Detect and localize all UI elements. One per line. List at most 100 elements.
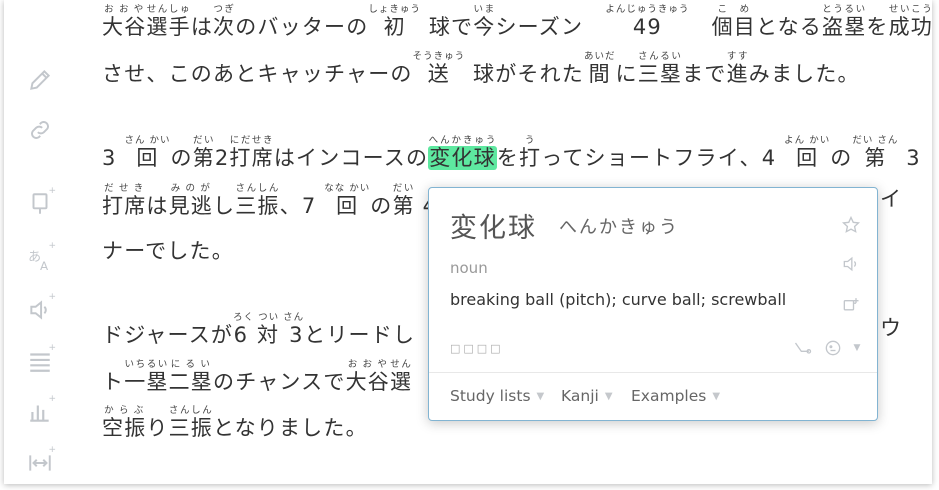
text-segment[interactable]: 回さん かい — [124, 135, 170, 170]
text-segment[interactable]: 見逃みのが — [169, 183, 213, 218]
furigana: からぶ — [102, 405, 147, 416]
text-segment[interactable]: 盗塁とうるい — [822, 4, 866, 39]
highlighted-word[interactable]: 変化球へんかきゅう — [428, 135, 497, 170]
paragraph-3-line-2[interactable]: ト 一塁いちるい二塁にるいのチャンスで 大谷おおや選せん — [102, 359, 412, 396]
text-segment[interactable] — [465, 62, 473, 86]
text-segment[interactable]: シーズン — [495, 15, 605, 39]
paragraph-2-line-2-tail[interactable]: イ — [880, 183, 902, 213]
text-segment[interactable]: のチャンスで — [213, 370, 346, 394]
paragraph-2-line-3[interactable]: ナーでした。 — [102, 228, 234, 265]
text-segment[interactable]: 選手せんしゅ — [146, 4, 190, 39]
tab-study-lists[interactable]: Study lists ▼ — [450, 387, 544, 405]
text-segment[interactable]: 三塁さんるい — [638, 51, 682, 86]
text-segment[interactable]: 初しょきゅう — [368, 4, 421, 39]
pencil-icon[interactable] — [24, 64, 56, 96]
text-segment[interactable]: の — [830, 146, 852, 170]
text-segment[interactable]: 成功せいこう — [889, 4, 932, 39]
text-segment[interactable]: の — [170, 146, 192, 170]
furigana: ろく つい さん — [233, 312, 305, 323]
paragraph-2-line-2[interactable]: 打席だせきは 見逃みのがし 三振さんしん、7 回なな かいの 第だい 4 — [102, 183, 437, 220]
text-segment[interactable]: に — [616, 62, 638, 86]
text-segment[interactable]: みました。 — [749, 62, 860, 86]
text-segment[interactable]: 回よん かい — [784, 135, 830, 170]
text-segment[interactable]: の — [370, 194, 392, 218]
text-segment[interactable]: ってショートフライ、4 — [541, 146, 784, 170]
speaker-icon[interactable]: + — [24, 292, 56, 326]
text-segment[interactable]: 空振からぶ — [102, 405, 146, 440]
text-segment[interactable]: 三振さんしん — [169, 405, 213, 440]
text-segment[interactable]: は — [191, 15, 213, 39]
text-segment[interactable]: 間あいだ — [584, 51, 616, 86]
text-segment[interactable]: まで — [682, 62, 726, 86]
text-segment[interactable]: 今いま — [473, 4, 495, 39]
text-segment[interactable]: 球 — [473, 62, 495, 86]
text-segment[interactable]: 3 — [898, 146, 920, 170]
furigana: いちるい — [124, 359, 169, 370]
definition: breaking ball (pitch); curve ball; screw… — [450, 290, 787, 309]
text-segment[interactable]: 目め — [734, 4, 756, 39]
text-segment[interactable]: 次つぎ — [213, 4, 235, 39]
text-segment[interactable]: は — [146, 194, 168, 218]
text-segment[interactable]: 第だい さん — [852, 135, 898, 170]
text-segment[interactable]: はインコースの — [274, 146, 428, 170]
text-segment[interactable]: 進すす — [727, 51, 749, 86]
paragraph-3-line-1[interactable]: ドジャースが 6 対 3ろく つい さんとリードし — [102, 312, 415, 349]
text-segment[interactable]: 、7 — [280, 194, 325, 218]
tab-kanji[interactable]: Kanji ▼ — [561, 387, 613, 405]
text-segment[interactable]: 2 — [215, 146, 230, 170]
text-segment[interactable]: り — [146, 416, 168, 440]
text-segment[interactable]: 打席にだせき — [229, 135, 273, 170]
text-segment[interactable]: 球 — [429, 15, 451, 39]
text-segment[interactable]: 個こ — [712, 4, 734, 39]
audio-icon[interactable] — [839, 252, 863, 276]
text-segment[interactable]: 49よんじゅうきゅう — [605, 4, 689, 39]
link-icon[interactable] — [24, 114, 56, 146]
paragraph-3-line-1-tail[interactable]: ウ — [880, 312, 902, 342]
text-segment[interactable]: 3 — [102, 146, 124, 170]
text-lines-icon[interactable]: + — [24, 343, 56, 377]
tab-examples[interactable]: Examples ▼ — [631, 387, 720, 405]
chevron-down-icon[interactable]: ▼ — [849, 340, 865, 356]
face-icon[interactable] — [821, 338, 845, 358]
text-segment[interactable]: 大谷おおや — [102, 4, 146, 39]
text-segment[interactable]: となる — [756, 15, 822, 39]
paragraph-2-line-1[interactable]: 3 回さん かいの 第だい2 打席にだせきはインコースの 変化球へんかきゅうを … — [102, 135, 921, 172]
text-segment[interactable]: を — [866, 15, 888, 39]
text-segment[interactable]: 二塁にるい — [169, 359, 213, 394]
text-segment[interactable]: 打席だせき — [102, 183, 146, 218]
paragraph-1-line-2[interactable]: させ、このあとキャッチャーの 送そうきゅう 球 がそれた 間あいだに 三塁さんる… — [102, 51, 860, 88]
text-segment[interactable]: 回なな かい — [324, 183, 370, 218]
text-segment[interactable]: 第だい — [193, 135, 215, 170]
text-segment[interactable]: ト — [102, 370, 124, 394]
furigana — [274, 135, 428, 146]
text-segment[interactable]: 6 対 3ろく つい さん — [233, 312, 304, 347]
flashcard-icon[interactable]: + — [24, 186, 56, 220]
text-segment[interactable]: で — [451, 15, 473, 39]
text-segment[interactable]: し — [213, 194, 235, 218]
text-segment[interactable]: のバッターの — [235, 15, 368, 39]
text-segment[interactable]: 大谷おおや — [346, 359, 390, 394]
text-segment[interactable]: 一塁いちるい — [124, 359, 168, 394]
pitch-accent-icon[interactable] — [791, 338, 815, 358]
text-segment[interactable]: ドジャースが — [102, 323, 233, 347]
text-segment[interactable]: となりました。 — [213, 416, 368, 440]
text-segment[interactable]: させ、このあとキャッチャーの — [102, 62, 413, 86]
text-segment[interactable]: 第だい — [392, 183, 414, 218]
add-card-icon[interactable] — [839, 292, 863, 316]
text-segment[interactable] — [689, 15, 711, 39]
star-icon[interactable] — [839, 213, 863, 237]
text-segment[interactable]: を — [497, 146, 519, 170]
paragraph-1-line-1[interactable]: 大谷おおや選手せんしゅは 次つぎのバッターの 初しょきゅう 球 で 今いまシーズ… — [102, 4, 932, 41]
width-icon[interactable]: + — [24, 445, 56, 479]
text-segment[interactable]: ナーでした。 — [102, 239, 234, 263]
text-segment[interactable]: 送そうきゅう — [413, 51, 466, 86]
text-segment[interactable]: がそれた — [495, 62, 584, 86]
translate-icon[interactable]: あA + — [24, 241, 56, 275]
bar-chart-icon[interactable]: + — [24, 394, 56, 428]
text-segment[interactable]: 選せん — [390, 359, 412, 394]
paragraph-3-line-3[interactable]: 空振からぶり 三振さんしんとなりました。 — [102, 405, 368, 442]
text-segment[interactable] — [421, 15, 429, 39]
text-segment[interactable]: とリードし — [304, 323, 415, 347]
text-segment[interactable]: 三振さんしん — [235, 183, 279, 218]
text-segment[interactable]: 打う — [519, 135, 541, 170]
